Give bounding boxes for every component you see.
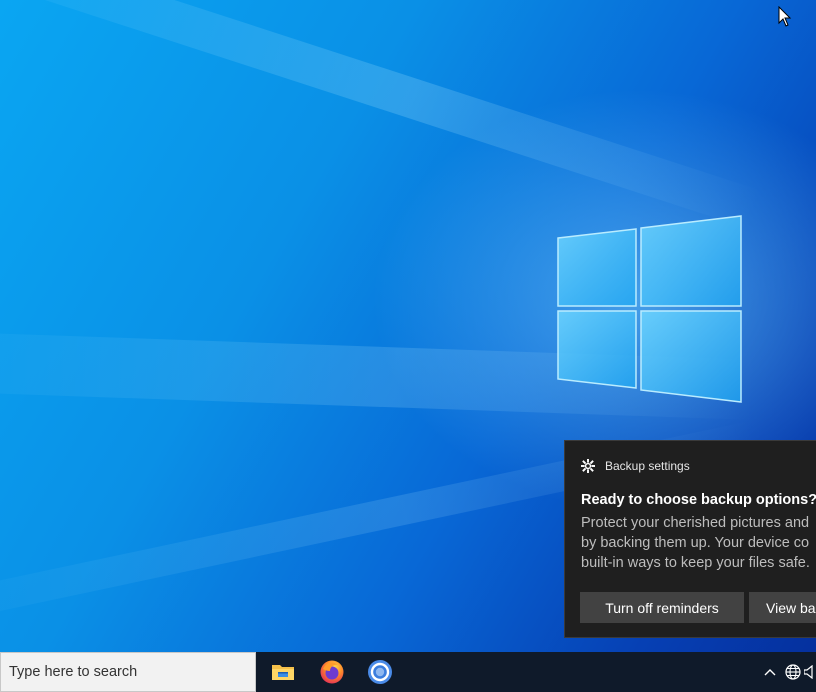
- notification-toast[interactable]: Backup settings Ready to choose backup o…: [564, 440, 816, 638]
- chrome-icon[interactable]: [356, 652, 404, 692]
- toast-body-line: built-in ways to keep your files safe.: [581, 555, 810, 571]
- taskbar: Type here to search: [0, 652, 816, 692]
- toast-body-line: by backing them up. Your device co: [581, 535, 810, 551]
- view-backup-button[interactable]: View ba: [749, 592, 816, 623]
- windows-logo-icon: [557, 215, 742, 403]
- system-tray: [758, 652, 816, 692]
- toast-body-line: Protect your cherished pictures and: [581, 515, 810, 531]
- chevron-up-icon[interactable]: [758, 652, 782, 692]
- light-beam: [0, 0, 763, 230]
- network-globe-icon[interactable]: [782, 652, 804, 692]
- turn-off-reminders-button[interactable]: Turn off reminders: [580, 592, 744, 623]
- taskbar-search-box[interactable]: Type here to search: [0, 652, 256, 692]
- mouse-cursor-icon: [778, 6, 792, 27]
- desktop-wallpaper[interactable]: Backup settings Ready to choose backup o…: [0, 0, 816, 652]
- search-placeholder: Type here to search: [9, 664, 138, 680]
- firefox-icon[interactable]: [308, 652, 356, 692]
- file-explorer-icon[interactable]: [259, 652, 307, 692]
- speaker-icon[interactable]: [804, 652, 816, 692]
- gear-icon: [581, 459, 595, 473]
- toast-app-name: Backup settings: [605, 459, 690, 473]
- toast-title: Ready to choose backup options?: [581, 492, 816, 508]
- toast-body: Protect your cherished pictures and by b…: [581, 513, 816, 573]
- toast-header: Backup settings: [581, 459, 690, 473]
